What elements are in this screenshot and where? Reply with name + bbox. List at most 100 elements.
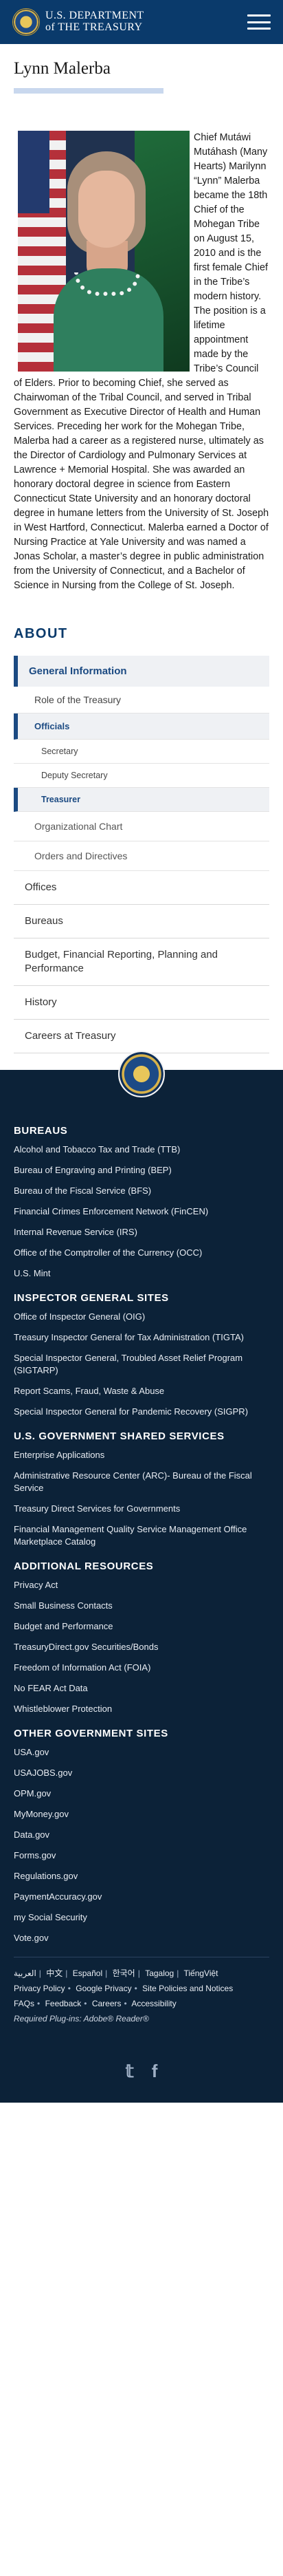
footer-additional-resources: ADDITIONAL RESOURCES Privacy Act Small B… [0, 1560, 283, 1715]
footer-link[interactable]: TreasuryDirect.gov Securities/Bonds [14, 1641, 269, 1653]
official-portrait [18, 131, 190, 372]
us-flag-canton [18, 131, 49, 213]
footer-link[interactable]: Administrative Resource Center (ARC)- Bu… [14, 1470, 269, 1494]
separator: | [65, 1968, 68, 1978]
utility-links: Privacy Policy • Google Privacy • Site Pol… [14, 1981, 256, 2011]
separator: • [134, 1984, 137, 1993]
utility-link-google-privacy[interactable]: Google Privacy [76, 1984, 131, 1993]
footer-bureaus: BUREAUS Alcohol and Tobacco Tax and Trad… [0, 1125, 283, 1280]
footer-link[interactable]: Financial Management Quality Service Man… [14, 1523, 269, 1548]
footer-other-government-sites: OTHER GOVERNMENT SITES USA.gov USAJOBS.g… [0, 1728, 283, 1944]
footer-link[interactable]: Whistleblower Protection [14, 1703, 269, 1715]
menu-bar [247, 14, 271, 17]
utility-link-careers[interactable]: Careers [92, 1999, 122, 2008]
footer-link[interactable]: OPM.gov [14, 1788, 269, 1800]
separator: | [105, 1968, 108, 1978]
utility-link-feedback[interactable]: Feedback [45, 1999, 82, 2008]
footer-link[interactable]: Small Business Contacts [14, 1600, 269, 1612]
language-link-chinese[interactable]: 中文 [46, 1968, 63, 1978]
hamburger-menu-icon[interactable] [247, 14, 271, 30]
about-heading: ABOUT [14, 626, 68, 641]
footer-link[interactable]: Office of the Comptroller of the Currenc… [14, 1247, 269, 1259]
nav-organizational-chart[interactable]: Organizational Chart [14, 812, 269, 841]
nav-secretary[interactable]: Secretary [14, 740, 269, 764]
separator: • [124, 1999, 127, 2008]
footer-heading: U.S. GOVERNMENT SHARED SERVICES [14, 1430, 225, 1442]
utility-link-accessibility[interactable]: Accessibility [131, 1999, 176, 2008]
twitter-icon[interactable]: 𝕥 [126, 2061, 134, 2082]
language-link-spanish[interactable]: Español [73, 1968, 102, 1978]
nav-treasurer[interactable]: Treasurer [14, 788, 269, 812]
footer-link[interactable]: Office of Inspector General (OIG) [14, 1311, 269, 1323]
footer-link[interactable]: MyMoney.gov [14, 1808, 269, 1821]
footer-link[interactable]: Regulations.gov [14, 1870, 269, 1882]
biography-section: Chief Mutáwi Mutáhash (Many Hearts) Mari… [0, 131, 283, 593]
footer-link[interactable]: Privacy Act [14, 1579, 269, 1591]
utility-link-privacy-policy[interactable]: Privacy Policy [14, 1984, 65, 1993]
footer-link[interactable]: Treasury Direct Services for Governments [14, 1503, 269, 1515]
footer-link[interactable]: Bureau of the Fiscal Service (BFS) [14, 1185, 269, 1197]
footer-link[interactable]: No FEAR Act Data [14, 1682, 269, 1695]
nav-role-of-treasury[interactable]: Role of the Treasury [14, 687, 269, 713]
separator: | [177, 1968, 179, 1978]
footer-link[interactable]: PaymentAccuracy.gov [14, 1891, 269, 1903]
language-link-vietnamese[interactable]: TiếngViệt [183, 1968, 218, 1978]
footer-shared-services: U.S. GOVERNMENT SHARED SERVICES Enterpri… [0, 1430, 283, 1548]
footer-link[interactable]: Treasury Inspector General for Tax Admin… [14, 1331, 269, 1344]
language-link-arabic[interactable]: العربية [14, 1968, 36, 1978]
separator: | [137, 1968, 140, 1978]
site-header: U.S. DEPARTMENT of THE TREASURY [0, 0, 283, 44]
footer-link[interactable]: my Social Security [14, 1911, 269, 1924]
page-title: Lynn Malerba [14, 59, 111, 78]
footer-link[interactable]: Enterprise Applications [14, 1449, 269, 1461]
nav-general-information[interactable]: General Information [14, 656, 269, 687]
utility-link-faqs[interactable]: FAQs [14, 1999, 34, 2008]
footer-link[interactable]: Internal Revenue Service (IRS) [14, 1226, 269, 1238]
menu-bar [247, 28, 271, 30]
footer-link[interactable]: Report Scams, Fraud, Waste & Abuse [14, 1385, 269, 1397]
separator: • [84, 1999, 87, 2008]
nav-history[interactable]: History [14, 986, 269, 1020]
title-underline [14, 88, 163, 94]
required-plugins[interactable]: Required Plug-ins: Adobe® Reader® [14, 2011, 256, 2026]
footer-link[interactable]: Budget and Performance [14, 1620, 269, 1633]
home-logo-link[interactable]: U.S. DEPARTMENT of THE TREASURY [12, 8, 144, 36]
nav-budget[interactable]: Budget, Financial Reporting, Planning an… [14, 938, 269, 986]
site-title-line2: of THE TREASURY [45, 21, 143, 33]
separator: • [37, 1999, 41, 2008]
footer-heading: ADDITIONAL RESOURCES [14, 1560, 154, 1572]
separator: • [67, 1984, 71, 1993]
footer-heading: OTHER GOVERNMENT SITES [14, 1728, 168, 1739]
nav-bureaus[interactable]: Bureaus [14, 905, 269, 938]
footer-link[interactable]: Forms.gov [14, 1849, 269, 1862]
nav-officials[interactable]: Officials [14, 713, 269, 740]
language-link-tagalog[interactable]: Tagalog [145, 1968, 174, 1978]
nav-offices[interactable]: Offices [14, 871, 269, 905]
menu-bar [247, 21, 271, 23]
site-title: U.S. DEPARTMENT of THE TREASURY [45, 10, 144, 34]
separator: | [38, 1968, 41, 1978]
footer-heading: BUREAUS [14, 1125, 68, 1137]
footer-link[interactable]: Alcohol and Tobacco Tax and Trade (TTB) [14, 1144, 269, 1156]
nav-orders-and-directives[interactable]: Orders and Directives [14, 841, 269, 871]
site-footer: BUREAUS Alcohol and Tobacco Tax and Trad… [0, 1051, 283, 2103]
footer-link[interactable]: Special Inspector General, Troubled Asse… [14, 1352, 269, 1377]
footer-link[interactable]: U.S. Mint [14, 1267, 269, 1280]
footer-link[interactable]: Data.gov [14, 1829, 269, 1841]
footer-link[interactable]: USA.gov [14, 1746, 269, 1759]
nav-deputy-secretary[interactable]: Deputy Secretary [14, 764, 269, 788]
nav-careers[interactable]: Careers at Treasury [14, 1020, 269, 1053]
utility-link-site-policies[interactable]: Site Policies and Notices [142, 1984, 233, 1993]
footer-link[interactable]: Freedom of Information Act (FOIA) [14, 1662, 269, 1674]
footer-link[interactable]: Special Inspector General for Pandemic R… [14, 1406, 269, 1418]
footer-link[interactable]: USAJOBS.gov [14, 1767, 269, 1779]
footer-link[interactable]: Vote.gov [14, 1932, 269, 1944]
facebook-icon[interactable]: f [152, 2061, 158, 2082]
footer-link[interactable]: Financial Crimes Enforcement Network (Fi… [14, 1205, 269, 1218]
treasury-seal-icon [12, 8, 40, 36]
language-link-korean[interactable]: 한국어 [113, 1968, 135, 1978]
footer-bottom: العربية | 中文 | Español | 한국어 | Tagalog | Tiến… [14, 1957, 269, 2026]
footer-link[interactable]: Bureau of Engraving and Printing (BEP) [14, 1164, 269, 1177]
site-title-line1: U.S. DEPARTMENT [45, 10, 144, 22]
footer-heading: INSPECTOR GENERAL SITES [14, 1292, 169, 1304]
